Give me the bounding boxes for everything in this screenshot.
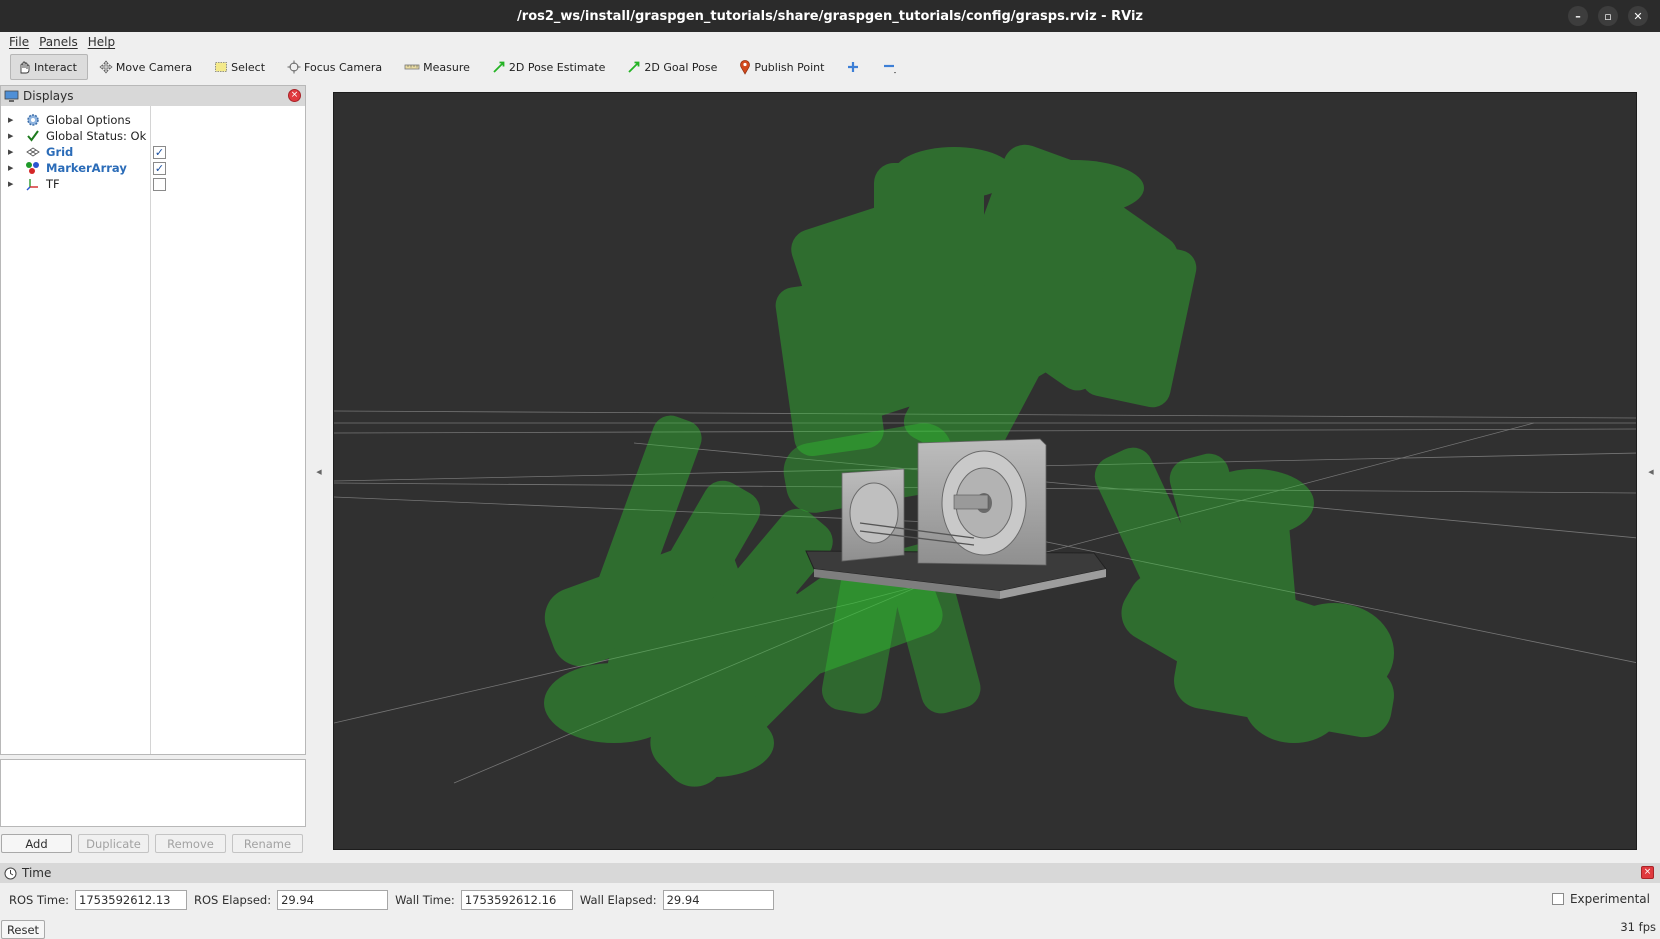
ros-elapsed-field[interactable]: 29.94 xyxy=(277,890,389,910)
tf-enabled-checkbox[interactable] xyxy=(153,177,166,191)
render-viewport[interactable] xyxy=(333,92,1637,850)
add-tool-button[interactable] xyxy=(839,54,871,80)
measure-label: Measure xyxy=(423,60,470,74)
gear-icon xyxy=(25,113,41,127)
tool-bar: Interact Move Camera Select Focus Camera… xyxy=(0,52,1660,82)
grasp-markers-right xyxy=(1094,447,1394,743)
menu-help[interactable]: Help xyxy=(83,35,120,49)
experimental-checkbox[interactable] xyxy=(1551,893,1564,905)
ruler-icon xyxy=(404,64,420,70)
checkmark-icon xyxy=(25,129,41,143)
right-dock-splitter[interactable]: ◀ xyxy=(1642,85,1660,859)
close-icon[interactable]: ✕ xyxy=(1628,6,1648,26)
display-item-label: Global Options xyxy=(46,113,131,127)
remove-display-button[interactable]: Remove xyxy=(155,834,226,853)
menu-file[interactable]: File xyxy=(4,35,34,49)
focus-camera-tool-button[interactable]: Focus Camera xyxy=(280,54,393,80)
focus-camera-label: Focus Camera xyxy=(304,60,383,74)
displays-title: Displays xyxy=(23,89,74,103)
map-pin-icon xyxy=(740,60,751,75)
time-panel-header: Time × xyxy=(0,863,1660,883)
left-dock-splitter[interactable]: ◀ xyxy=(314,85,324,859)
publish-point-tool-button[interactable]: Publish Point xyxy=(732,54,835,80)
wall-time-label: Wall Time: xyxy=(395,893,455,907)
rename-display-button[interactable]: Rename xyxy=(232,834,303,853)
clock-icon xyxy=(4,867,17,879)
tree-column-divider xyxy=(150,106,151,754)
displays-button-row: Add Duplicate Remove Rename xyxy=(0,834,306,854)
add-display-button[interactable]: Add xyxy=(1,834,72,853)
scene-render xyxy=(334,144,1636,787)
menu-bar: File Panels Help xyxy=(0,32,1660,52)
publish-point-label: Publish Point xyxy=(754,60,825,74)
time-fields-row: ROS Time: 1753592612.13 ROS Elapsed: 29.… xyxy=(0,889,1660,911)
duplicate-display-button[interactable]: Duplicate xyxy=(78,834,149,853)
interact-tool-button[interactable]: Interact xyxy=(10,54,88,80)
display-item-label: TF xyxy=(46,177,60,191)
minimize-icon[interactable]: – xyxy=(1568,6,1588,26)
pose-estimate-label: 2D Pose Estimate xyxy=(508,60,606,74)
remove-tool-icon xyxy=(884,64,897,74)
time-title: Time xyxy=(22,866,52,880)
display-description-box xyxy=(0,759,306,827)
select-tool-button[interactable]: Select xyxy=(207,54,276,80)
interact-label: Interact xyxy=(34,60,77,74)
pose-estimate-tool-button[interactable]: 2D Pose Estimate xyxy=(485,54,617,80)
grid-enabled-checkbox[interactable]: ✓ xyxy=(153,145,166,159)
display-item-grid[interactable]: ▶ Grid ✓ xyxy=(1,144,305,160)
goal-pose-label: 2D Goal Pose xyxy=(644,60,718,74)
select-box-icon xyxy=(215,62,227,72)
reset-button[interactable]: Reset xyxy=(1,920,45,939)
close-time-icon[interactable]: × xyxy=(1641,866,1654,879)
wall-time-field[interactable]: 1753592612.16 xyxy=(460,890,573,910)
window-titlebar: /ros2_ws/install/graspgen_tutorials/shar… xyxy=(0,0,1660,32)
displays-panel: Displays × ▶ Global Options ▶ Global Sta… xyxy=(0,85,306,755)
monitor-icon xyxy=(4,90,19,102)
expand-arrow-icon[interactable]: ▶ xyxy=(8,132,16,140)
display-item-tf[interactable]: ▶ TF xyxy=(1,176,305,192)
display-item-markerarray[interactable]: ▶ MarkerArray ✓ xyxy=(1,160,305,176)
window-title: /ros2_ws/install/graspgen_tutorials/shar… xyxy=(517,8,1143,24)
remove-tool-button[interactable] xyxy=(875,54,909,80)
move-camera-tool-button[interactable]: Move Camera xyxy=(92,54,203,80)
fps-readout: 31 fps xyxy=(1620,920,1656,934)
wall-elapsed-label: Wall Elapsed: xyxy=(579,893,657,907)
move-camera-label: Move Camera xyxy=(115,60,193,74)
focus-camera-icon xyxy=(287,60,301,74)
display-item-label: Global Status: Ok xyxy=(46,129,147,143)
display-item-label: Grid xyxy=(46,145,74,159)
hand-pointer-icon xyxy=(20,61,30,74)
window-controls: – ▫ ✕ xyxy=(1568,6,1648,26)
ros-time-label: ROS Time: xyxy=(9,893,70,907)
green-arrow-icon xyxy=(493,61,505,73)
display-item-global-status[interactable]: ▶ Global Status: Ok xyxy=(1,128,305,144)
displays-panel-header: Displays × xyxy=(1,86,305,106)
experimental-toggle[interactable]: Experimental xyxy=(1551,892,1650,906)
wall-elapsed-field[interactable]: 29.94 xyxy=(662,890,774,910)
green-arrow-icon xyxy=(628,61,640,73)
grasp-markers-top xyxy=(775,144,1197,470)
displays-tree: ▶ Global Options ▶ Global Status: Ok ▶ G… xyxy=(1,106,305,754)
tf-axes-icon xyxy=(25,177,41,191)
ros-elapsed-label: ROS Elapsed: xyxy=(194,893,272,907)
move-camera-icon xyxy=(99,60,113,74)
goal-pose-tool-button[interactable]: 2D Goal Pose xyxy=(620,54,728,80)
experimental-label: Experimental xyxy=(1569,892,1650,906)
menu-panels[interactable]: Panels xyxy=(34,35,83,49)
close-displays-icon[interactable]: × xyxy=(288,89,301,102)
add-tool-icon xyxy=(848,62,859,72)
expand-arrow-icon[interactable]: ▶ xyxy=(8,148,16,156)
ros-time-field[interactable]: 1753592612.13 xyxy=(75,890,188,910)
measure-tool-button[interactable]: Measure xyxy=(397,54,481,80)
maximize-icon[interactable]: ▫ xyxy=(1598,6,1618,26)
markerarray-enabled-checkbox[interactable]: ✓ xyxy=(153,161,166,175)
display-item-global-options[interactable]: ▶ Global Options xyxy=(1,112,305,128)
markers-icon xyxy=(25,161,41,175)
expand-arrow-icon[interactable]: ▶ xyxy=(8,116,16,124)
expand-arrow-icon[interactable]: ▶ xyxy=(8,180,16,188)
display-item-label: MarkerArray xyxy=(46,161,127,175)
expand-arrow-icon[interactable]: ▶ xyxy=(8,164,16,172)
grid-icon xyxy=(25,145,41,159)
select-label: Select xyxy=(231,60,266,74)
